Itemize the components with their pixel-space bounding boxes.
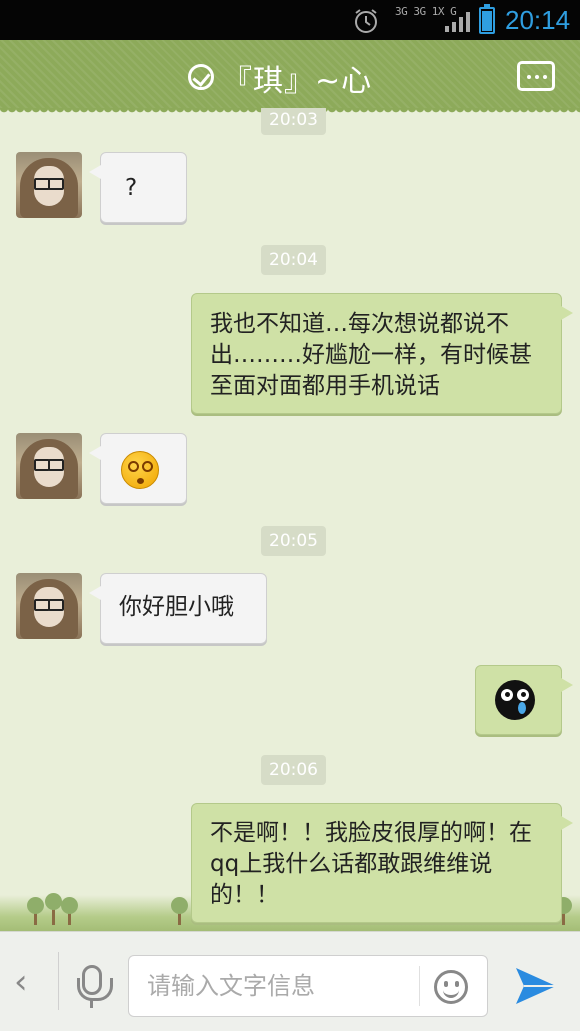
outgoing-message[interactable]: 不是啊！！我脸皮很厚的啊！在qq上我什么话都敢跟维维说的！！ [191, 803, 573, 923]
check-circle-icon [188, 64, 214, 90]
avatar[interactable] [16, 433, 82, 499]
smiley-icon[interactable] [434, 970, 468, 1004]
avatar[interactable] [16, 573, 82, 639]
avatar[interactable] [16, 152, 82, 218]
timestamp: 20:05 [261, 526, 326, 556]
chat-header: 『琪』~心 [0, 40, 580, 114]
message-text: ? [125, 175, 138, 201]
more-icon[interactable] [517, 61, 555, 91]
divider [58, 952, 59, 1010]
chevron-left-icon[interactable]: ‹ [14, 962, 28, 1002]
timestamp: 20:03 [261, 108, 326, 135]
incoming-message[interactable]: ? [89, 152, 187, 223]
message-text: 我也不知道…每次想说都说不出………好尴尬一样，有时候甚至面对面都用手机说话 [210, 311, 532, 399]
chat-title: 『琪』~心 [222, 64, 373, 99]
message-text: 你好胆小哦 [119, 594, 234, 620]
outgoing-message[interactable] [475, 665, 573, 735]
message-input-box [128, 955, 488, 1017]
dizzy-face-icon [121, 451, 159, 489]
incoming-message[interactable]: 你好胆小哦 [89, 573, 267, 644]
signal-icon [445, 12, 470, 32]
status-bar: 3G 3G 1X G 20:14 [0, 0, 580, 40]
send-icon[interactable] [514, 966, 558, 1006]
microphone-icon[interactable] [77, 965, 113, 1001]
incoming-message[interactable] [89, 433, 187, 504]
alarm-icon [355, 9, 377, 33]
message-input[interactable] [147, 968, 417, 1004]
status-time: 20:14 [505, 5, 571, 35]
crying-ghost-icon [495, 680, 535, 720]
input-bar: ‹ [0, 931, 580, 1031]
message-text: 不是啊！！我脸皮很厚的啊！在qq上我什么话都敢跟维维说的！！ [210, 820, 532, 908]
battery-icon [479, 4, 495, 34]
timestamp: 20:04 [261, 245, 326, 275]
timestamp: 20:06 [261, 755, 326, 785]
message-list[interactable]: 20:03 ? 20:04 我也不知道…每次想说都说不出………好尴尬一样，有时候… [0, 108, 580, 931]
outgoing-message[interactable]: 我也不知道…每次想说都说不出………好尴尬一样，有时候甚至面对面都用手机说话 [191, 293, 573, 414]
